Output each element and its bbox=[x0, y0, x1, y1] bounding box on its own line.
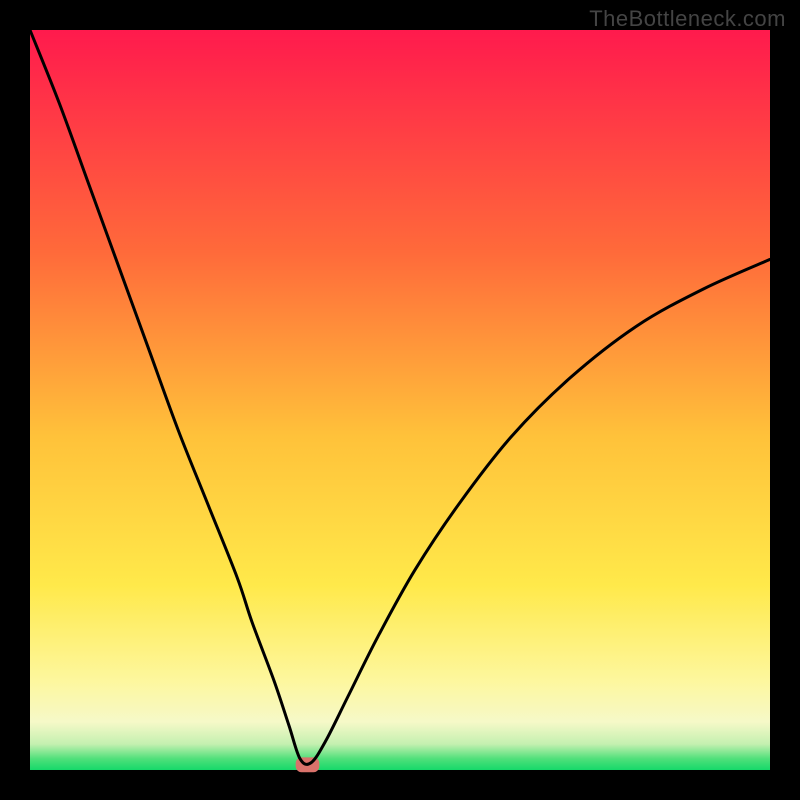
bottleneck-chart bbox=[0, 0, 800, 800]
watermark-text: TheBottleneck.com bbox=[589, 6, 786, 32]
plot-background bbox=[30, 30, 770, 770]
chart-frame: TheBottleneck.com bbox=[0, 0, 800, 800]
